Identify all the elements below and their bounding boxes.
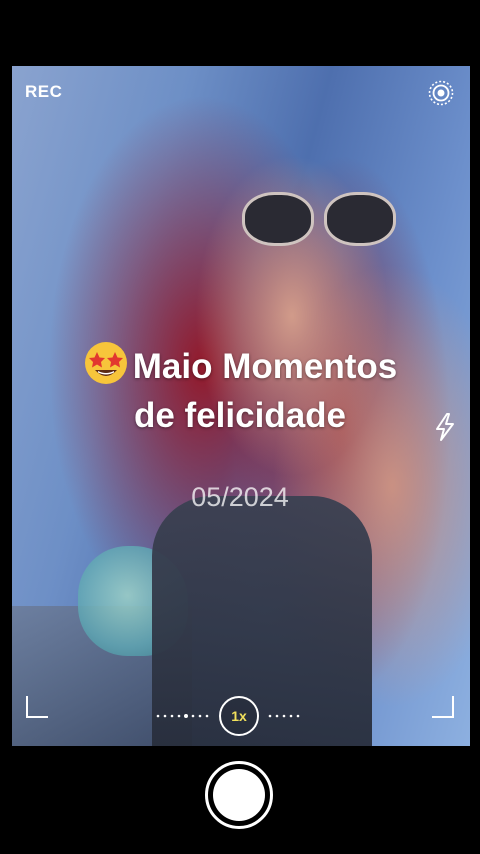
left-lens <box>242 192 314 246</box>
sunglasses-shape <box>242 192 402 248</box>
shutter-inner <box>213 769 265 821</box>
flash-icon[interactable] <box>432 412 458 442</box>
frame-corner-bottom-left <box>26 696 48 718</box>
zoom-dots-right <box>268 714 300 718</box>
caption-title-line1: Maio Momentos <box>0 340 480 387</box>
camera-screen: REC Maio Momentos de felicidade 05/2024 <box>0 0 480 854</box>
frame-corner-bottom-right <box>432 696 454 718</box>
live-photo-icon[interactable] <box>428 80 454 106</box>
date-label: 05/2024 <box>191 482 289 512</box>
right-lens <box>324 192 396 246</box>
caption-line1-text: Maio Momentos <box>132 347 398 386</box>
caption-title-line2: de felicidade <box>133 396 347 435</box>
zoom-1x-button[interactable]: 1x <box>219 696 259 736</box>
star-struck-emoji-icon <box>84 342 127 384</box>
zoom-dots-left <box>156 714 209 718</box>
rec-label: REC <box>25 82 63 101</box>
shutter-button[interactable] <box>205 761 273 829</box>
zoom-bar[interactable]: 1x <box>156 696 326 736</box>
